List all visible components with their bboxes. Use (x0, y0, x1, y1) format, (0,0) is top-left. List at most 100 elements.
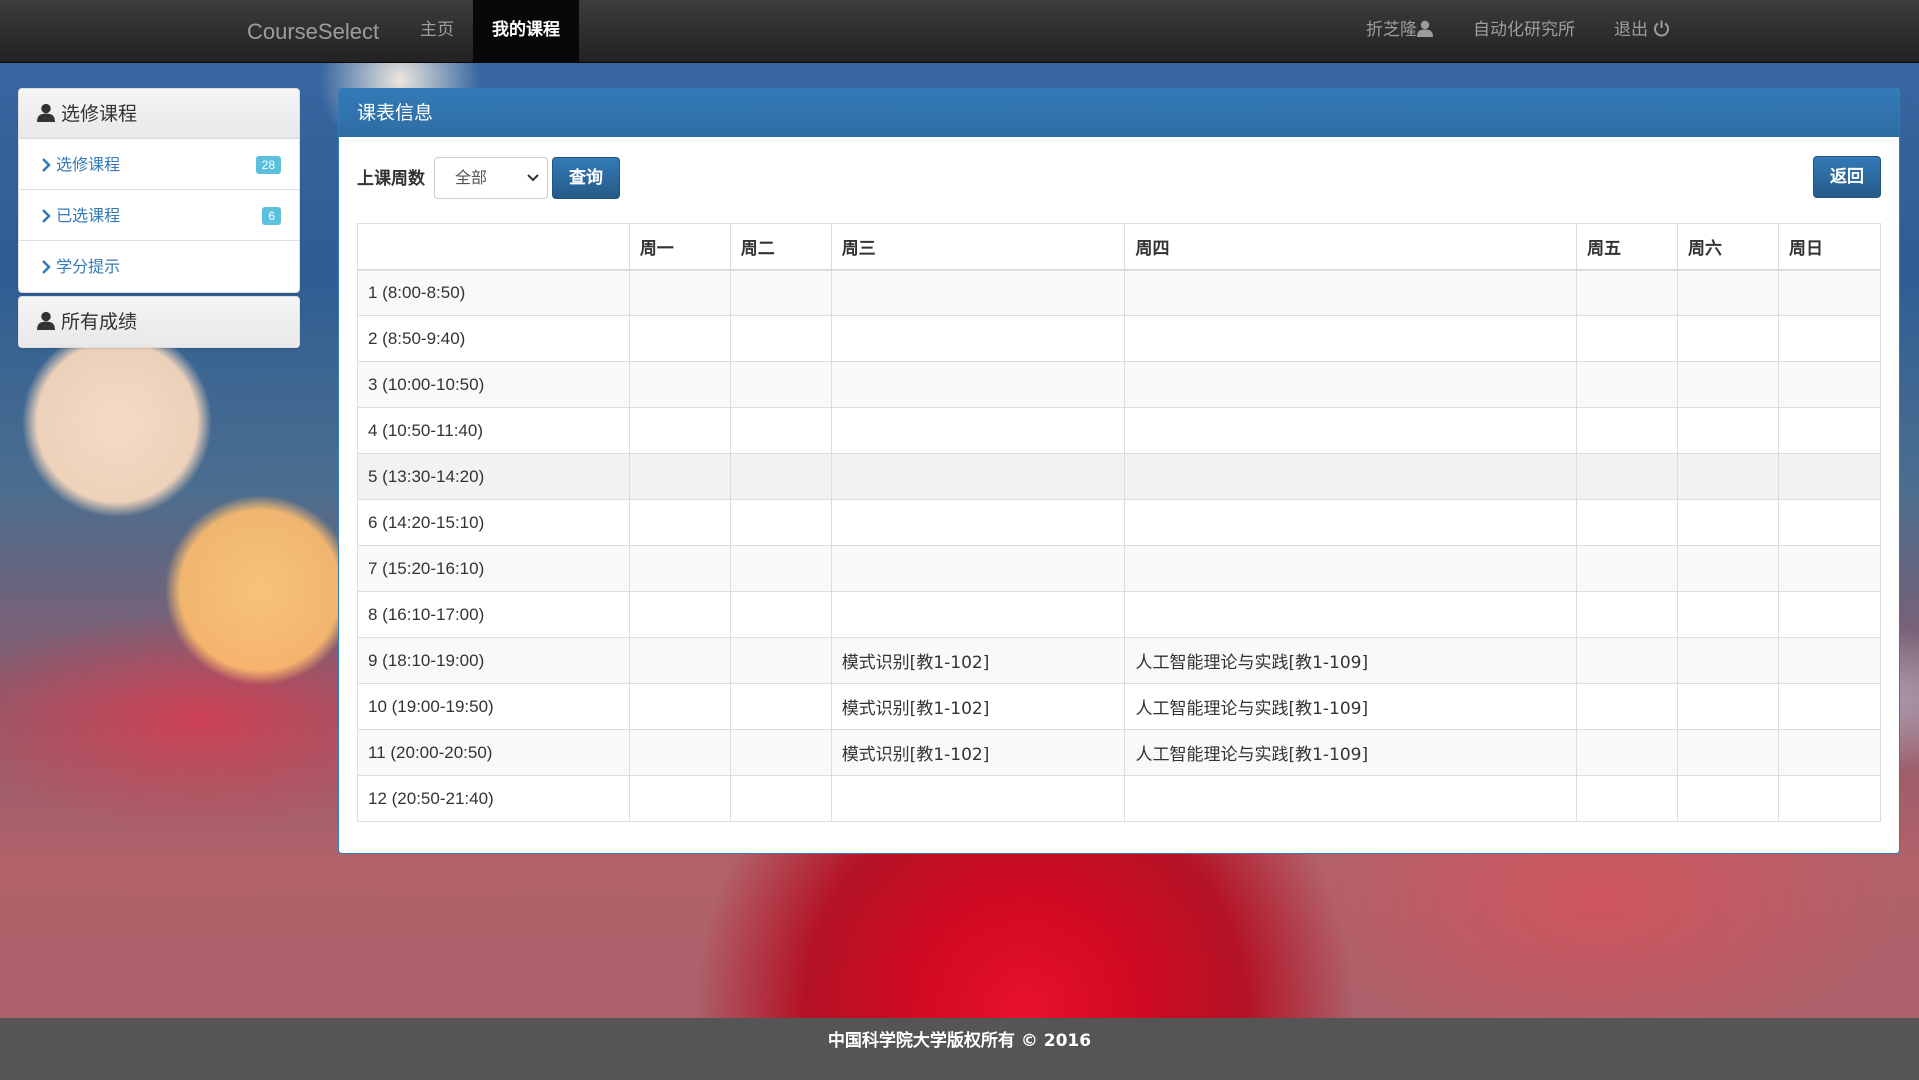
grades-panel-title: 所有成绩 (61, 311, 138, 333)
schedule-panel: 课表信息 上课周数 全部 查询 返回 周一 周二 周三 周四 周五 周六 周日 … (338, 88, 1900, 854)
schedule-cell (1677, 683, 1779, 730)
schedule-cell (628, 453, 731, 500)
schedule-cell (628, 269, 731, 316)
schedule-cell (1124, 545, 1578, 592)
table-row: 6 (14:20-15:10) (357, 499, 1882, 546)
schedule-table: 周一 周二 周三 周四 周五 周六 周日 1 (8:00-8:50) 2 (8:5… (357, 223, 1882, 822)
nav-my-courses[interactable]: 我的课程 (473, 0, 579, 63)
schedule-cell (830, 361, 1126, 408)
schedule-cell (1576, 729, 1679, 776)
schedule-cell (1576, 407, 1679, 454)
user-name: 折芝隆 (1366, 20, 1417, 40)
table-row: 7 (15:20-16:10) (357, 545, 1882, 592)
schedule-cell (628, 729, 731, 776)
schedule-cell (830, 269, 1126, 316)
user-icon (37, 103, 55, 122)
column-header (357, 223, 630, 271)
schedule-cell (1576, 683, 1679, 730)
table-row: 1 (8:00-8:50) (357, 269, 1882, 316)
nav-user[interactable]: 折芝隆 (1347, 0, 1452, 63)
sidebar-item-elective-courses[interactable]: 选修课程 28 (19, 139, 299, 190)
schedule-cell (1124, 775, 1578, 822)
elective-panel: 选修课程 选修课程 28 已选课程 6 学分提示 (18, 88, 300, 293)
elective-panel-header[interactable]: 选修课程 (19, 89, 299, 139)
table-header-row: 周一 周二 周三 周四 周五 周六 周日 (357, 223, 1882, 271)
schedule-cell (729, 407, 832, 454)
schedule-cell (628, 499, 731, 546)
schedule-cell (1777, 407, 1882, 454)
brand-link[interactable]: CourseSelect (247, 0, 379, 63)
sidebar-item-label: 选修课程 (56, 155, 121, 174)
table-row: 3 (10:00-10:50) (357, 361, 1882, 408)
schedule-cell (729, 269, 832, 316)
schedule-cell (1777, 453, 1882, 500)
query-button[interactable]: 查询 (552, 157, 620, 199)
schedule-cell (628, 637, 731, 684)
schedule-cell (729, 683, 832, 730)
week-label: 上课周数 (357, 169, 425, 189)
time-slot-cell: 5 (13:30-14:20) (357, 453, 630, 500)
schedule-cell (729, 729, 832, 776)
schedule-cell (1677, 637, 1779, 684)
power-icon (1654, 20, 1670, 37)
schedule-panel-title: 课表信息 (339, 89, 1899, 137)
table-row: 4 (10:50-11:40) (357, 407, 1882, 454)
schedule-cell (830, 315, 1126, 362)
table-row: 2 (8:50-9:40) (357, 315, 1882, 362)
schedule-cell (830, 775, 1126, 822)
schedule-cell: 人工智能理论与实践[教1-109] (1124, 683, 1578, 730)
chevron-right-icon (42, 209, 51, 223)
top-navbar: CourseSelect 主页 我的课程 折芝隆 自动化研究所 退出 (0, 0, 1919, 63)
column-header: 周六 (1677, 223, 1779, 271)
time-slot-cell: 7 (15:20-16:10) (357, 545, 630, 592)
time-slot-cell: 11 (20:00-20:50) (357, 729, 630, 776)
schedule-cell (1677, 315, 1779, 362)
schedule-cell: 人工智能理论与实践[教1-109] (1124, 729, 1578, 776)
schedule-cell (1777, 683, 1882, 730)
sidebar-item-selected-courses[interactable]: 已选课程 6 (19, 190, 299, 241)
schedule-cell (729, 775, 832, 822)
schedule-cell (1124, 453, 1578, 500)
schedule-cell (729, 637, 832, 684)
schedule-cell (1677, 499, 1779, 546)
schedule-cell (1124, 407, 1578, 454)
logout-label: 退出 (1614, 20, 1648, 40)
schedule-cell (729, 361, 832, 408)
schedule-cell (1576, 453, 1679, 500)
schedule-cell (729, 453, 832, 500)
schedule-cell (1677, 407, 1779, 454)
table-row: 10 (19:00-19:50) 模式识别[教1-102] 人工智能理论与实践[教1… (357, 683, 1882, 730)
table-row: 12 (20:50-21:40) (357, 775, 1882, 822)
sidebar-item-label: 学分提示 (56, 257, 121, 276)
table-row: 9 (18:10-19:00) 模式识别[教1-102] 人工智能理论与实践[教1-… (357, 637, 1882, 684)
nav-org[interactable]: 自动化研究所 (1454, 0, 1594, 63)
sidebar-item-credit-hint[interactable]: 学分提示 (19, 241, 299, 292)
schedule-cell (1576, 361, 1679, 408)
schedule-cell: 模式识别[教1-102] (830, 683, 1126, 730)
schedule-cell (1576, 315, 1679, 362)
schedule-cell (1777, 729, 1882, 776)
nav-home[interactable]: 主页 (401, 0, 473, 63)
grades-panel-header[interactable]: 所有成绩 (19, 297, 299, 347)
schedule-cell (628, 683, 731, 730)
schedule-cell (1777, 545, 1882, 592)
schedule-cell (1677, 775, 1779, 822)
schedule-cell (628, 315, 731, 362)
schedule-cell (830, 545, 1126, 592)
time-slot-cell: 4 (10:50-11:40) (357, 407, 630, 454)
column-header: 周二 (729, 223, 832, 271)
schedule-cell (830, 499, 1126, 546)
time-slot-cell: 12 (20:50-21:40) (357, 775, 630, 822)
schedule-cell (1677, 545, 1779, 592)
schedule-cell (1124, 269, 1578, 316)
schedule-cell (729, 499, 832, 546)
schedule-cell (1677, 729, 1779, 776)
schedule-cell (830, 407, 1126, 454)
chevron-right-icon (42, 260, 51, 274)
time-slot-cell: 1 (8:00-8:50) (357, 269, 630, 316)
nav-logout[interactable]: 退出 (1595, 0, 1689, 63)
back-button[interactable]: 返回 (1813, 156, 1881, 198)
week-select[interactable]: 全部 (434, 157, 548, 199)
user-icon (1417, 20, 1433, 37)
schedule-cell (1124, 499, 1578, 546)
